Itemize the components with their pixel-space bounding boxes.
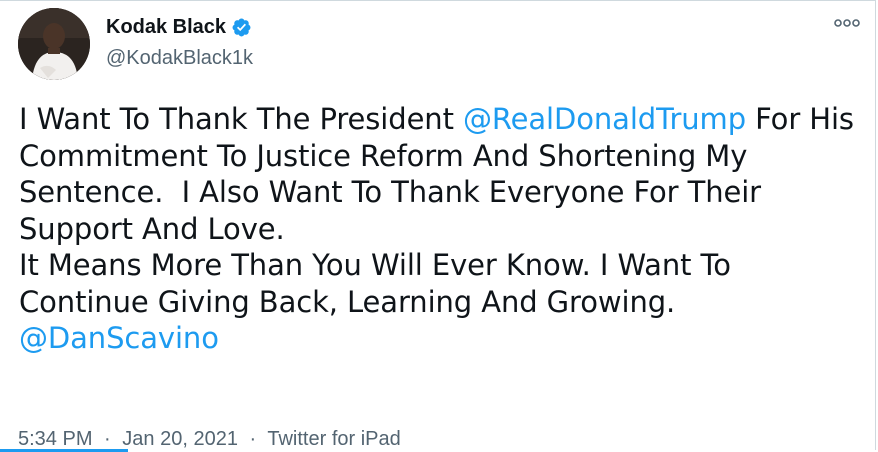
tweet-time[interactable]: 5:34 PM (18, 428, 92, 450)
more-options-icon[interactable] (834, 13, 860, 33)
tweet-metadata: 5:34 PM · Jan 20, 2021 · Twitter for iPa… (18, 427, 401, 451)
avatar-photo (18, 8, 90, 80)
author-handle[interactable]: @KodakBlack1k (106, 46, 253, 70)
tweet-card: Kodak Black @KodakBlack1k I Want To Than… (0, 0, 876, 450)
author-display-name[interactable]: Kodak Black (106, 15, 226, 39)
tweet-source[interactable]: Twitter for iPad (267, 428, 400, 450)
verified-badge-icon (232, 18, 251, 36)
mention-danscavino[interactable]: @DanScavino (19, 321, 219, 355)
separator: · (104, 428, 111, 450)
tweet-body: I Want To Thank The President @RealDonal… (19, 101, 869, 357)
tweet-date[interactable]: Jan 20, 2021 (122, 428, 238, 450)
tweet-text-segment: I Want To Thank The President (19, 102, 463, 136)
mention-realdonaldtrump[interactable]: @RealDonaldTrump (463, 102, 746, 136)
separator: · (249, 428, 257, 450)
avatar[interactable] (18, 8, 90, 80)
